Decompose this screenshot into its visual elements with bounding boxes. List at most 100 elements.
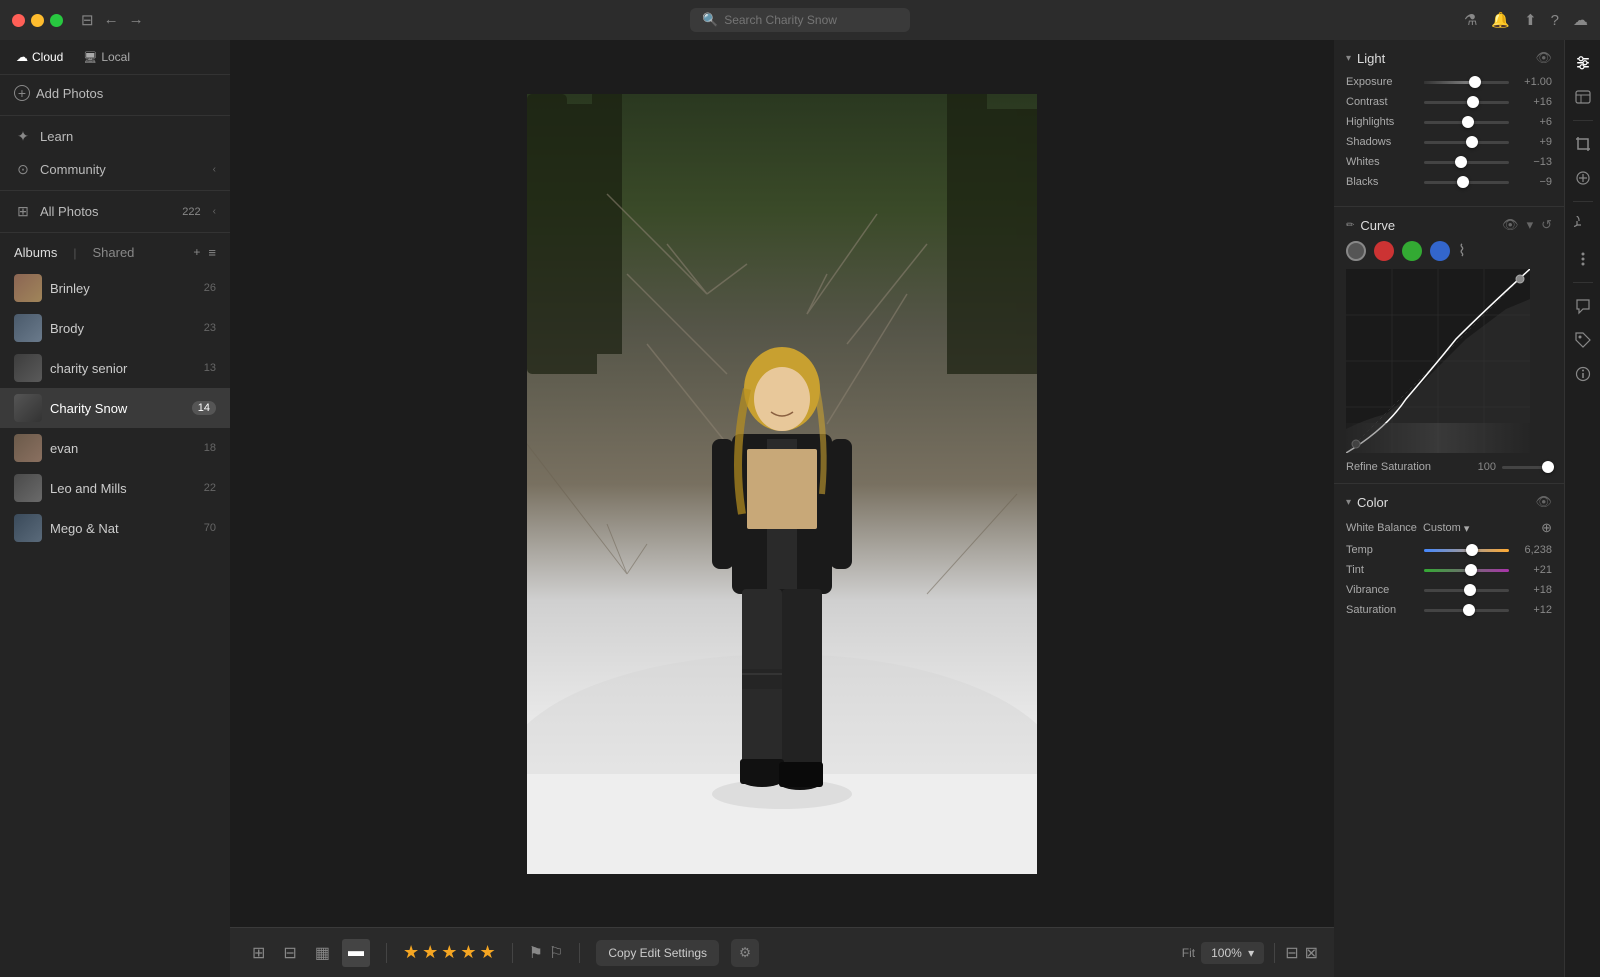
curve-expand-icon[interactable]: ▾ [1527,217,1534,233]
color-visibility-icon[interactable]: 👁 [1535,494,1552,510]
add-album-icon[interactable]: + [193,245,200,260]
channel-all-button[interactable] [1346,241,1366,261]
curve-reset-icon[interactable]: ↺ [1541,217,1552,233]
light-chevron-icon[interactable]: ▾ [1346,53,1351,64]
albums-tab[interactable]: Albums [14,245,57,260]
grid-small-view-btn[interactable]: ⊞ [246,939,271,967]
sidebar-toggle-icon[interactable]: ⊟ [81,11,94,29]
comments-icon[interactable] [1568,291,1598,321]
sidebar-item-learn[interactable]: ✦ Learn [0,120,230,153]
white-balance-dropdown[interactable]: Custom ▾ [1423,522,1469,535]
star-3[interactable]: ★ [441,942,457,963]
star-4[interactable]: ★ [460,942,476,963]
exposure-track[interactable] [1424,81,1509,84]
vibrance-track[interactable] [1424,589,1509,592]
light-section: ▾ Light 👁 Exposure +1.00 Contrast +16 [1334,40,1564,207]
album-item-brinley[interactable]: Brinley 26 [0,268,230,308]
refine-sat-thumb[interactable] [1542,461,1554,473]
search-bar[interactable]: 🔍 [690,8,910,32]
star-5[interactable]: ★ [480,942,496,963]
adjustments-panel-icon[interactable] [1568,48,1598,78]
fit-label: Fit [1182,946,1195,960]
shadows-track[interactable] [1424,141,1509,144]
whites-thumb[interactable] [1455,156,1467,168]
eyedropper-icon[interactable]: ⊕ [1541,520,1552,536]
detail-view-btn[interactable]: ▬ [342,939,370,967]
vibrance-thumb[interactable] [1464,584,1476,596]
view-controls: ⊞ ⊟ ▦ ▬ [246,939,370,967]
curve-eye-icon[interactable]: 👁 [1502,217,1519,233]
contrast-track[interactable] [1424,101,1509,104]
copy-edit-settings-button[interactable]: Copy Edit Settings [596,940,719,966]
album-item-evan[interactable]: evan 18 [0,428,230,468]
grid-large-view-btn[interactable]: ▦ [309,939,336,967]
edit-settings-button[interactable]: ⚙ [731,939,759,967]
album-thumb-charity-senior [14,354,42,382]
whites-label: Whites [1346,156,1416,168]
add-photos-button[interactable]: + Add Photos [0,75,230,111]
crop-tool-icon[interactable] [1568,129,1598,159]
maximize-button[interactable] [50,14,63,27]
star-rating[interactable]: ★ ★ ★ ★ ★ [403,942,496,963]
shared-tab[interactable]: Shared [92,245,134,260]
album-item-charity-senior[interactable]: charity senior 13 [0,348,230,388]
heal-tool-icon[interactable] [1568,163,1598,193]
help-icon[interactable]: ? [1551,12,1559,29]
album-item-charity-snow[interactable]: Charity Snow 14 [0,388,230,428]
sort-albums-icon[interactable]: ≡ [208,245,216,260]
zoom-level[interactable]: 100% ▾ [1201,942,1264,964]
highlights-track[interactable] [1424,121,1509,124]
album-item-brody[interactable]: Brody 23 [0,308,230,348]
tags-icon[interactable] [1568,325,1598,355]
album-item-mego[interactable]: Mego & Nat 70 [0,508,230,548]
minimize-button[interactable] [31,14,44,27]
grid-medium-view-btn[interactable]: ⊟ [277,939,302,967]
highlights-thumb[interactable] [1462,116,1474,128]
more-options-icon[interactable] [1568,244,1598,274]
album-name-charity-snow: Charity Snow [50,401,127,416]
forward-icon[interactable]: → [129,11,144,29]
cloud-sync-icon[interactable]: ☁ [1573,11,1588,29]
temp-track[interactable] [1424,549,1509,552]
curve-graph[interactable] [1346,269,1530,453]
sidebar-item-all-photos[interactable]: ⊞ All Photos 222 ‹ [0,195,230,228]
presets-panel-icon[interactable] [1568,82,1598,112]
cloud-tab[interactable]: ☁ Cloud [12,48,67,66]
channel-blue-button[interactable] [1430,241,1450,261]
channel-luminance-icon[interactable]: ⌇ [1458,241,1466,261]
share-icon[interactable]: ⬆ [1524,11,1537,29]
channel-green-button[interactable] [1402,241,1422,261]
contrast-thumb[interactable] [1467,96,1479,108]
reject-icon[interactable]: ⚐ [549,943,563,963]
blacks-thumb[interactable] [1457,176,1469,188]
star-2[interactable]: ★ [422,942,438,963]
history-icon[interactable] [1568,210,1598,240]
sidebar-item-community[interactable]: ⊙ Community ‹ [0,153,230,186]
color-chevron-icon[interactable]: ▾ [1346,497,1351,508]
filter-icon[interactable]: ⚗ [1464,11,1477,29]
saturation-track[interactable] [1424,609,1509,612]
local-tab[interactable]: 🖥 Local [79,48,134,66]
bell-icon[interactable]: 🔔 [1491,11,1510,29]
close-button[interactable] [12,14,25,27]
exposure-thumb[interactable] [1469,76,1481,88]
filmstrip-icon[interactable]: ⊟ [1285,943,1298,963]
shadows-thumb[interactable] [1466,136,1478,148]
channel-red-button[interactable] [1374,241,1394,261]
info-icon[interactable] [1568,359,1598,389]
blacks-track[interactable] [1424,181,1509,184]
search-input[interactable] [724,13,884,27]
temp-thumb[interactable] [1466,544,1478,556]
back-icon[interactable]: ← [104,11,119,29]
flag-icon[interactable]: ⚑ [529,943,543,963]
tint-thumb[interactable] [1465,564,1477,576]
tint-track[interactable] [1424,569,1509,572]
star-1[interactable]: ★ [403,942,419,963]
photo-container[interactable] [527,94,1037,874]
compare-icon[interactable]: ⊠ [1305,943,1318,963]
album-item-leo[interactable]: Leo and Mills 22 [0,468,230,508]
refine-sat-track[interactable] [1502,466,1552,469]
whites-track[interactable] [1424,161,1509,164]
light-visibility-icon[interactable]: 👁 [1535,50,1552,66]
saturation-thumb[interactable] [1463,604,1475,616]
